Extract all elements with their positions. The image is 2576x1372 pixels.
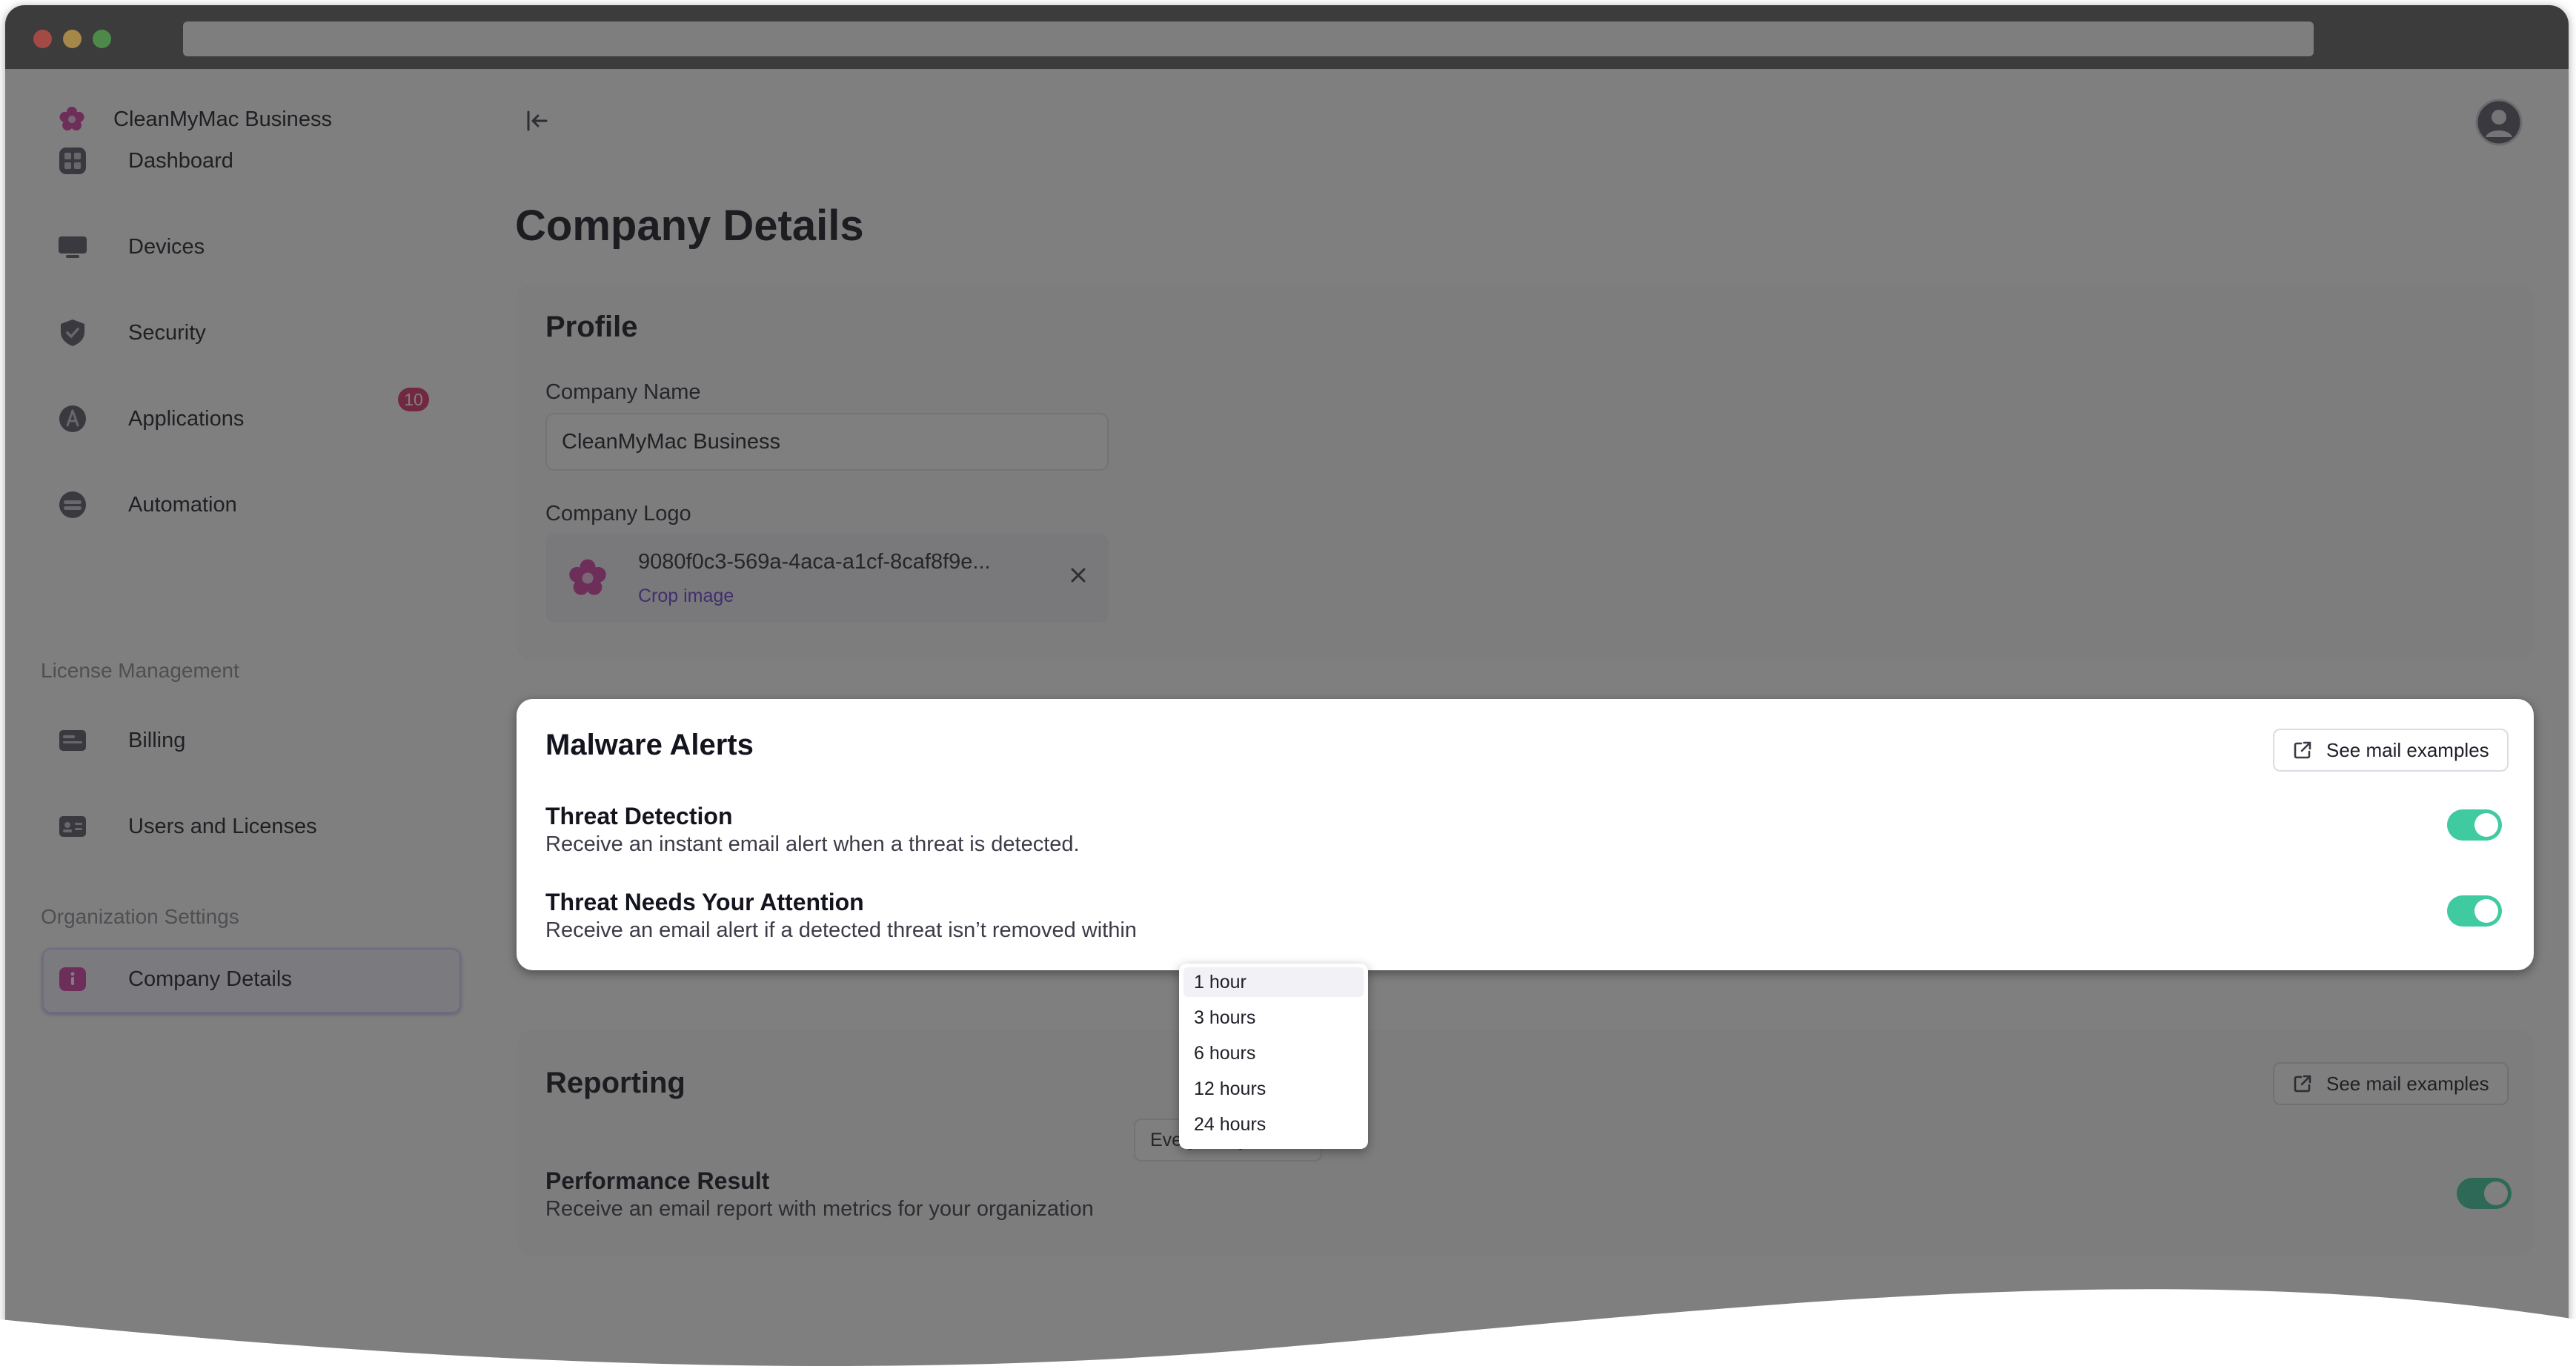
threat-detection-title: Threat Detection bbox=[545, 803, 733, 829]
billing-icon bbox=[59, 730, 86, 751]
logo-file-name: 9080f0c3-569a-4aca-a1cf-8caf8f9e... bbox=[638, 550, 991, 574]
address-bar[interactable] bbox=[183, 21, 2314, 56]
sidebar-item-label: Applications bbox=[128, 406, 245, 431]
sidebar-item-label: Security bbox=[128, 320, 206, 345]
reporting-heading: Reporting bbox=[545, 1067, 686, 1099]
sidebar-item-dashboard[interactable]: Dashboard bbox=[57, 139, 233, 183]
app-name: CleanMyMac Business bbox=[113, 107, 332, 131]
brand[interactable]: CleanMyMac Business bbox=[57, 105, 332, 134]
duration-dropdown-menu: 1 hour 3 hours 6 hours 12 hours 24 hours bbox=[1179, 964, 1368, 1149]
torn-edge-decoration bbox=[0, 1289, 2576, 1372]
performance-result-description: Receive an email report with metrics for… bbox=[545, 1197, 1094, 1221]
user-avatar-icon[interactable] bbox=[2475, 99, 2523, 146]
zoom-window-button[interactable] bbox=[93, 30, 111, 48]
company-logo-upload: 9080f0c3-569a-4aca-a1cf-8caf8f9e... Crop… bbox=[545, 534, 1109, 623]
users-licenses-icon bbox=[59, 816, 86, 837]
sidebar-item-users-licenses[interactable]: Users and Licenses bbox=[57, 804, 317, 849]
devices-icon bbox=[59, 236, 87, 258]
external-link-icon bbox=[2294, 1075, 2311, 1093]
app-root: CleanMyMac Business Dashboard Devices Se… bbox=[5, 69, 2569, 1367]
sidebar-item-label: Dashboard bbox=[128, 148, 233, 173]
browser-window: CleanMyMac Business Dashboard Devices Se… bbox=[5, 5, 2569, 1367]
reporting-card: Reporting See mail examples Performance … bbox=[517, 1030, 2534, 1256]
threat-attention-description: Receive an email alert if a detected thr… bbox=[545, 918, 1137, 942]
sidebar-item-label: Billing bbox=[128, 728, 186, 752]
org-section-label: Organization Settings bbox=[41, 905, 239, 928]
page-title: Company Details bbox=[515, 202, 864, 250]
collapse-sidebar-icon[interactable] bbox=[524, 107, 551, 134]
sidebar-item-applications[interactable]: Applications bbox=[57, 397, 244, 441]
sidebar-item-label: Devices bbox=[128, 234, 205, 259]
malware-alerts-card: Malware Alerts See mail examples Threat … bbox=[517, 699, 2534, 970]
sidebar-item-devices[interactable]: Devices bbox=[57, 225, 205, 269]
threat-detection-description: Receive an instant email alert when a th… bbox=[545, 832, 1080, 856]
duration-option-3-hours[interactable]: 3 hours bbox=[1184, 1003, 1364, 1033]
malware-alerts-heading: Malware Alerts bbox=[545, 729, 754, 761]
sidebar-item-label: Company Details bbox=[128, 967, 292, 991]
duration-option-6-hours[interactable]: 6 hours bbox=[1184, 1038, 1364, 1068]
dashboard-icon bbox=[59, 148, 86, 174]
close-icon[interactable] bbox=[1068, 565, 1089, 586]
sidebar-item-automation[interactable]: Automation bbox=[57, 483, 237, 527]
performance-result-toggle[interactable] bbox=[2457, 1178, 2512, 1209]
automation-icon bbox=[59, 491, 86, 518]
flower-logo-icon bbox=[59, 107, 84, 131]
sidebar-item-security[interactable]: Security bbox=[57, 311, 206, 355]
duration-option-24-hours[interactable]: 24 hours bbox=[1184, 1110, 1364, 1139]
license-section-label: License Management bbox=[41, 659, 239, 682]
threat-detection-toggle[interactable] bbox=[2447, 809, 2502, 841]
duration-option-12-hours[interactable]: 12 hours bbox=[1184, 1074, 1364, 1104]
flower-logo-icon bbox=[569, 559, 606, 595]
company-details-icon bbox=[59, 967, 86, 991]
close-window-button[interactable] bbox=[33, 30, 52, 48]
applications-icon bbox=[59, 405, 86, 432]
malware-see-mail-examples-button[interactable]: See mail examples bbox=[2273, 729, 2509, 772]
minimize-window-button[interactable] bbox=[63, 30, 82, 48]
threat-attention-toggle[interactable] bbox=[2447, 895, 2502, 927]
crop-image-link[interactable]: Crop image bbox=[638, 586, 734, 607]
sidebar-item-company-details[interactable]: Company Details bbox=[57, 957, 292, 1001]
profile-card: Profile Company Name CleanMyMac Business… bbox=[517, 284, 2534, 660]
company-name-input[interactable]: CleanMyMac Business bbox=[545, 413, 1109, 471]
company-name-value: CleanMyMac Business bbox=[562, 429, 780, 454]
threat-attention-title: Threat Needs Your Attention bbox=[545, 889, 864, 915]
see-mail-examples-label: See mail examples bbox=[2326, 738, 2489, 761]
performance-result-title: Performance Result bbox=[545, 1167, 770, 1194]
external-link-icon bbox=[2294, 741, 2311, 759]
duration-option-1-hour[interactable]: 1 hour bbox=[1184, 967, 1364, 997]
see-mail-examples-label: See mail examples bbox=[2326, 1072, 2489, 1095]
company-logo-label: Company Logo bbox=[545, 502, 691, 526]
reporting-see-mail-examples-button[interactable]: See mail examples bbox=[2273, 1062, 2509, 1105]
browser-chrome bbox=[5, 5, 2569, 69]
profile-heading: Profile bbox=[545, 311, 638, 343]
sidebar-item-label: Automation bbox=[128, 492, 237, 517]
security-count-badge: 10 bbox=[398, 388, 429, 411]
sidebar-item-label: Users and Licenses bbox=[128, 814, 317, 838]
shield-icon bbox=[61, 319, 84, 346]
company-name-label: Company Name bbox=[545, 380, 701, 404]
sidebar-item-billing[interactable]: Billing bbox=[57, 718, 185, 763]
